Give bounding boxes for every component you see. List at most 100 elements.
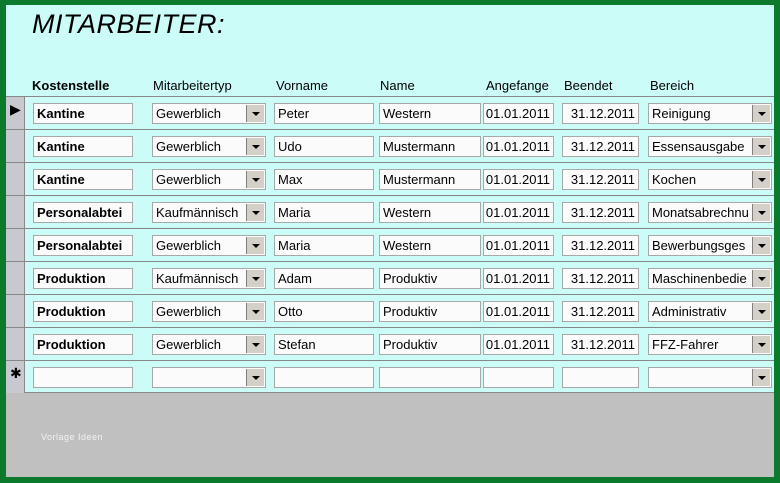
chevron-down-icon[interactable]	[752, 105, 770, 122]
name-field[interactable]: Western	[379, 103, 481, 124]
chevron-down-icon[interactable]	[752, 303, 770, 320]
name-field[interactable]	[379, 367, 481, 388]
bereich-select[interactable]	[648, 367, 772, 388]
end-date-field[interactable]: 31.12.2011	[562, 169, 639, 190]
bereich-select[interactable]: Administrativ	[648, 301, 772, 322]
mitarbeitertyp-select[interactable]: Kaufmännisch	[152, 268, 266, 289]
start-date-field[interactable]: 01.01.2011	[483, 301, 554, 322]
start-date-field[interactable]: 01.01.2011	[483, 169, 554, 190]
mitarbeitertyp-select[interactable]: Gewerblich	[152, 334, 266, 355]
vorname-field[interactable]	[274, 367, 374, 388]
kostenstelle-field[interactable]: Produktion	[33, 334, 133, 355]
end-date-field[interactable]: 31.12.2011	[562, 103, 639, 124]
name-field[interactable]: Produktiv	[379, 334, 481, 355]
start-date-field[interactable]: 01.01.2011	[483, 103, 554, 124]
chevron-down-icon[interactable]	[752, 171, 770, 188]
record-selector[interactable]	[6, 130, 25, 162]
kostenstelle-field[interactable]: Kantine	[33, 169, 133, 190]
record-selector[interactable]	[6, 328, 25, 360]
bereich-select[interactable]: FFZ-Fahrer	[648, 334, 772, 355]
start-date-field[interactable]: 01.01.2011	[483, 334, 554, 355]
kostenstelle-field[interactable]: Produktion	[33, 268, 133, 289]
mitarbeitertyp-select[interactable]: Kaufmännisch	[152, 202, 266, 223]
bereich-select[interactable]: Kochen	[648, 169, 772, 190]
chevron-down-icon[interactable]	[246, 138, 264, 155]
name-field[interactable]: Produktiv	[379, 301, 481, 322]
mitarbeitertyp-select[interactable]: Gewerblich	[152, 103, 266, 124]
chevron-down-icon[interactable]	[752, 204, 770, 221]
record-selector[interactable]	[6, 262, 25, 294]
bereich-select[interactable]: Monatsabrechnu	[648, 202, 772, 223]
end-date-field[interactable]: 31.12.2011	[562, 268, 639, 289]
start-date-field[interactable]: 01.01.2011	[483, 202, 554, 223]
record-selector[interactable]	[6, 163, 25, 195]
chevron-down-icon[interactable]	[246, 204, 264, 221]
kostenstelle-field[interactable]: Kantine	[33, 103, 133, 124]
vorname-field[interactable]: Otto	[274, 301, 374, 322]
record-selector[interactable]	[6, 196, 25, 228]
chevron-down-icon[interactable]	[752, 237, 770, 254]
start-date-field[interactable]: 01.01.2011	[483, 268, 554, 289]
chevron-down-icon[interactable]	[246, 237, 264, 254]
name-field[interactable]: Western	[379, 202, 481, 223]
mitarbeitertyp-select[interactable]: Gewerblich	[152, 169, 266, 190]
kostenstelle-field[interactable]: Personalabtei	[33, 235, 133, 256]
vorname-field[interactable]: Peter	[274, 103, 374, 124]
vorname-field[interactable]: Udo	[274, 136, 374, 157]
record-selector[interactable]	[6, 229, 25, 261]
end-date-field[interactable]: 31.12.2011	[562, 136, 639, 157]
kostenstelle-field[interactable]: Personalabtei	[33, 202, 133, 223]
table-row[interactable]: Personalabtei Kaufmännisch Maria Western 01.…	[6, 195, 774, 228]
kostenstelle-field[interactable]	[33, 367, 133, 388]
bereich-select[interactable]: Essensausgabe	[648, 136, 772, 157]
chevron-down-icon[interactable]	[246, 270, 264, 287]
vorname-field[interactable]: Adam	[274, 268, 374, 289]
vorname-field[interactable]: Max	[274, 169, 374, 190]
end-date-field[interactable]	[562, 367, 639, 388]
chevron-down-icon[interactable]	[752, 336, 770, 353]
table-row[interactable]: Produktion Gewerblich Stefan Produktiv 01.01…	[6, 327, 774, 360]
end-date-field-value: 31.12.2011	[570, 304, 635, 319]
name-field[interactable]: Mustermann	[379, 136, 481, 157]
table-row[interactable]: Kantine Gewerblich Udo Mustermann 01.01.2011…	[6, 129, 774, 162]
chevron-down-icon[interactable]	[752, 369, 770, 386]
vorname-field[interactable]: Maria	[274, 202, 374, 223]
name-field[interactable]: Mustermann	[379, 169, 481, 190]
bereich-select[interactable]: Bewerbungsges	[648, 235, 772, 256]
start-date-field[interactable]: 01.01.2011	[483, 235, 554, 256]
chevron-down-icon[interactable]	[752, 270, 770, 287]
name-field[interactable]: Western	[379, 235, 481, 256]
chevron-down-icon[interactable]	[246, 369, 264, 386]
kostenstelle-field[interactable]: Produktion	[33, 301, 133, 322]
kostenstelle-field[interactable]: Kantine	[33, 136, 133, 157]
chevron-down-icon[interactable]	[246, 171, 264, 188]
record-selector[interactable]: ✱	[6, 361, 25, 393]
table-row[interactable]: Produktion Kaufmännisch Adam Produktiv 01.01…	[6, 261, 774, 294]
end-date-field[interactable]: 31.12.2011	[562, 301, 639, 322]
mitarbeitertyp-select[interactable]	[152, 367, 266, 388]
mitarbeitertyp-select[interactable]: Gewerblich	[152, 235, 266, 256]
table-row[interactable]: ▶ Kantine Gewerblich Peter Western 01.01.2011…	[6, 96, 774, 129]
name-field[interactable]: Produktiv	[379, 268, 481, 289]
end-date-field[interactable]: 31.12.2011	[562, 334, 639, 355]
vorname-field[interactable]: Stefan	[274, 334, 374, 355]
chevron-down-icon[interactable]	[246, 336, 264, 353]
start-date-field[interactable]: 01.01.2011	[483, 136, 554, 157]
record-selector[interactable]: ▶	[6, 97, 25, 129]
end-date-field[interactable]: 31.12.2011	[562, 202, 639, 223]
chevron-down-icon[interactable]	[246, 105, 264, 122]
end-date-field[interactable]: 31.12.2011	[562, 235, 639, 256]
mitarbeitertyp-select[interactable]: Gewerblich	[152, 136, 266, 157]
table-row[interactable]: Personalabtei Gewerblich Maria Western 01.01…	[6, 228, 774, 261]
bereich-select[interactable]: Maschinenbedie	[648, 268, 772, 289]
start-date-field[interactable]	[483, 367, 554, 388]
bereich-select[interactable]: Reinigung	[648, 103, 772, 124]
table-row[interactable]: Kantine Gewerblich Max Mustermann 01.01.2011…	[6, 162, 774, 195]
vorname-field[interactable]: Maria	[274, 235, 374, 256]
chevron-down-icon[interactable]	[246, 303, 264, 320]
chevron-down-icon[interactable]	[752, 138, 770, 155]
record-selector[interactable]	[6, 295, 25, 327]
table-row[interactable]: ✱	[6, 360, 774, 393]
mitarbeitertyp-select[interactable]: Gewerblich	[152, 301, 266, 322]
table-row[interactable]: Produktion Gewerblich Otto Produktiv 01.01.2…	[6, 294, 774, 327]
